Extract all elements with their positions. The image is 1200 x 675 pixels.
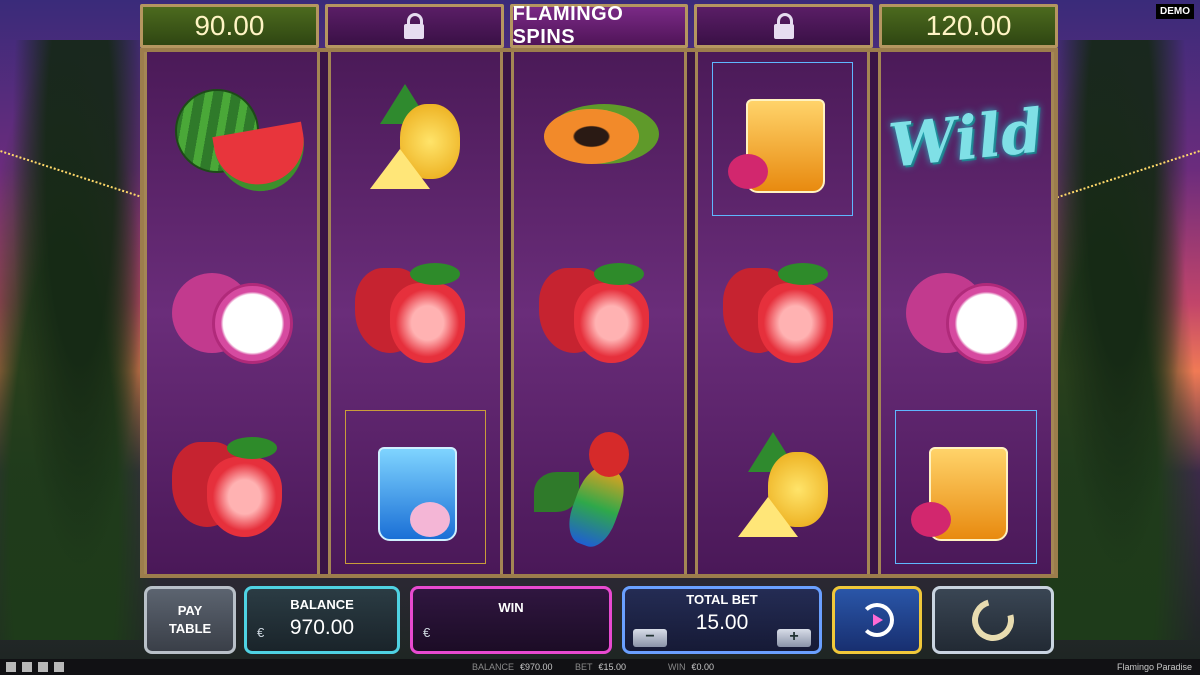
increase-bet-button[interactable]: + [777,629,811,647]
lock-icon [773,13,795,39]
autoplay-button[interactable] [832,586,922,654]
palm-tree-left [0,40,160,640]
symbol-dragonfruit [147,226,317,400]
symbol-strawberry [331,226,501,400]
spin-button[interactable] [932,586,1054,654]
symbol-blue-cocktail [331,400,501,574]
status-bar: BALANCE €970.00 BET €15.00 WIN €0.00 Fla… [0,659,1200,675]
reel-4 [694,52,871,574]
symbol-dragonfruit [881,226,1051,400]
balance-display: BALANCE 970.00 € [244,586,400,654]
status-win-label: WIN [668,662,686,672]
locked-slot-1 [324,4,504,48]
fullscreen-icon[interactable] [38,662,48,672]
decrease-bet-button[interactable]: − [633,629,667,647]
pay-table-button[interactable]: PAY TABLE [144,586,236,654]
sound-icon[interactable] [22,662,32,672]
game-title: Flamingo Paradise [1116,662,1192,672]
top-bar: 90.00 FLAMINGO SPINS 120.00 [140,3,1058,48]
symbol-strawberry [147,400,317,574]
settings-icon[interactable] [54,662,64,672]
balance-value: 970.00 [289,615,355,639]
symbol-orange-cocktail [698,52,868,226]
status-win: WIN €0.00 [668,662,714,672]
left-jackpot-value: 90.00 [140,4,319,48]
reel-grid: Wild [140,48,1058,578]
symbol-pineapple [331,52,501,226]
symbol-strawberry [698,226,868,400]
balance-currency: € [257,625,265,640]
reel-5: Wild [878,52,1054,574]
lock-icon [403,13,425,39]
symbol-watermelon [147,52,317,226]
pay-table-label-2: TABLE [168,621,212,636]
win-label: WIN [498,599,524,615]
symbol-papaya [514,52,684,226]
status-balance: BALANCE €970.00 [472,662,553,672]
menu-icon[interactable] [6,662,16,672]
wild-text: Wild [885,96,1047,182]
status-bet: BET €15.00 [575,662,626,672]
symbol-parrot [514,400,684,574]
win-currency: € [423,625,431,640]
autoplay-icon [860,603,894,637]
pay-table-label-1: PAY [177,603,203,618]
feature-title: FLAMINGO SPINS [509,3,689,48]
total-bet-label: TOTAL BET [686,591,758,607]
status-bet-value: €15.00 [598,662,627,672]
status-bet-label: BET [575,662,593,672]
win-display: WIN € [410,586,612,654]
status-balance-label: BALANCE [472,662,515,672]
control-panel: PAY TABLE BALANCE 970.00 € WIN € TOTAL B… [140,584,1058,658]
palm-tree-right [1040,40,1200,640]
symbol-strawberry [514,226,684,400]
demo-badge: DEMO [1156,4,1194,19]
total-bet-value: 15.00 [695,610,749,634]
right-jackpot-value: 120.00 [879,4,1058,48]
reel-1 [144,52,320,574]
symbol-wild: Wild [881,52,1051,226]
symbol-pineapple [698,400,868,574]
balance-label: BALANCE [290,596,354,612]
total-bet-display: TOTAL BET 15.00 − + [622,586,822,654]
reel-2 [327,52,504,574]
spin-icon [964,591,1022,649]
symbol-orange-cocktail [881,400,1051,574]
status-win-value: €0.00 [691,662,715,672]
status-balance-value: €970.00 [520,662,553,672]
reel-3 [511,52,687,574]
locked-slot-2 [694,4,874,48]
